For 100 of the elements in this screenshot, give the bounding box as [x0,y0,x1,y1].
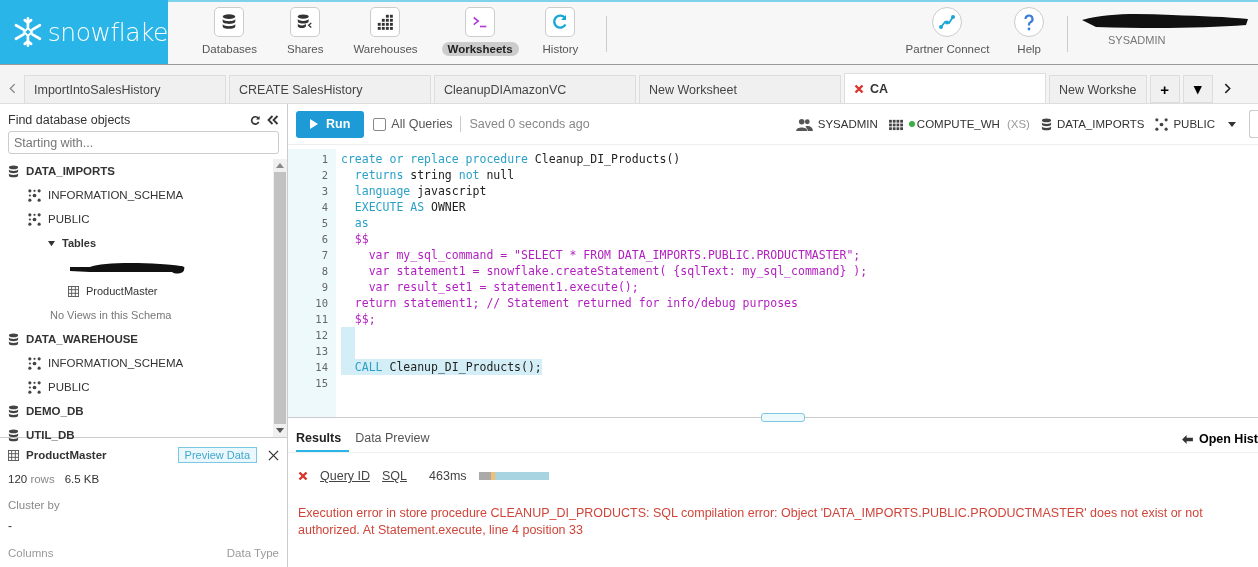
folder-item[interactable]: Tables [62,237,97,249]
code-line: EXECUTE AS OWNER [353,199,466,215]
arrow-left-icon [1181,434,1193,444]
search-field[interactable]: Starting with... [8,131,279,154]
database-icon [8,164,19,178]
duration: 463ms [429,469,467,483]
refresh-icon [545,7,576,37]
code-line: var statement1 = snowflake.createStatement( {sqlText: my_sql_command} ); [367,263,868,279]
line-number: 4 [320,200,329,215]
play-icon [310,119,318,129]
schema-item[interactable]: INFORMATION_SCHEMA [48,357,184,369]
schema-item[interactable]: INFORMATION_SCHEMA [48,189,184,201]
table-name: ProductMaster [26,449,108,461]
timing-bar [478,472,549,480]
code-line: return statement1; // Statement returned for info/debug purposes [353,295,798,311]
grid-icon [370,7,401,37]
checkbox-label[interactable]: All Queries [391,117,453,131]
database-item[interactable]: DATA_WAREHOUSE [26,333,139,345]
schema-item[interactable]: PUBLIC [48,381,90,393]
user-role: SYSADMIN [1108,34,1167,46]
grid-icon [888,117,904,131]
scroll-down-icon[interactable] [276,428,284,433]
query-id-link[interactable]: Query ID [320,469,370,483]
close-icon[interactable] [268,449,279,461]
line-number: 14 [314,360,329,375]
chevron-right-icon[interactable] [1223,83,1231,94]
nav-button[interactable]: History [528,2,593,56]
worksheet-tab[interactable]: CA [844,73,1046,103]
collapse-icon[interactable] [267,115,279,125]
nav-button[interactable]: Help [1003,2,1055,56]
database-icon [8,332,19,346]
table-item[interactable]: ProductMaster [86,285,158,297]
users-icon [795,117,813,131]
worksheet-tab[interactable]: ImportIntoSalesHistory [24,75,226,103]
table-icon [8,449,19,461]
terminal-icon [465,7,496,37]
nav-button[interactable]: Warehouses [339,2,432,56]
worksheet-tab[interactable]: CleanupDIAmazonVC [434,75,636,103]
sql-link[interactable]: SQL [382,469,408,483]
brand-name: snowflake [47,17,168,47]
snowflake-icon [12,14,44,50]
nav-button[interactable]: Shares [273,2,338,56]
schema-selector[interactable]: PUBLIC [1173,118,1215,130]
refresh-icon[interactable] [250,114,261,126]
open-history-button[interactable]: Open Hist [1181,432,1258,446]
database-icon [8,404,19,418]
nav-button[interactable]: Databases [188,2,271,56]
line-number: 3 [320,184,329,199]
nav-button[interactable]: Worksheets [433,2,527,56]
save-status: Saved 0 seconds ago [469,117,590,131]
code-line: $$ [353,231,369,247]
nav-button[interactable]: Partner Connect [891,2,1004,56]
table-size: 6.5 KB [64,473,100,485]
scroll-up-icon[interactable] [276,163,284,168]
help-icon [1014,7,1045,37]
line-number: 15 [314,376,329,391]
results-tab[interactable]: Data Preview [355,426,438,452]
line-number: 2 [320,168,329,183]
line-number: 7 [320,248,329,263]
user-menu[interactable]: SYSADMIN [1080,2,1250,46]
worksheet-tab[interactable]: CREATE SalesHistory [229,75,431,103]
add-tab-button[interactable]: + [1149,75,1180,103]
database-item[interactable]: DEMO_DB [26,405,84,417]
database-item[interactable]: DATA_IMPORTS [26,165,116,177]
table-icon [68,285,79,297]
code-line: as [353,215,369,231]
database-selector[interactable]: DATA_IMPORTS [1056,118,1145,130]
role-selector[interactable]: SYSADMIN [817,118,878,130]
line-number: 1 [320,152,329,167]
database-icon [8,428,19,442]
caret-icon[interactable] [1228,121,1236,127]
database-icon [1040,117,1052,131]
results-tab[interactable]: Results [296,426,350,452]
caret-icon[interactable] [48,239,55,247]
tab-menu-button[interactable]: ▾ [1182,75,1213,103]
code-line: var my_sql_command = "SELECT * FROM DATA_IMPORTS.PUBLIC.PRODUCTMASTER"; [367,247,861,263]
share-icon [290,7,321,37]
code-line: create or replace procedure Cleanup_DI_Products() [341,151,681,167]
schema-item[interactable]: PUBLIC [48,213,90,225]
warehouse-selector[interactable]: COMPUTE_WH [916,118,1000,130]
connector-icon [932,7,963,37]
chevron-left-icon[interactable] [9,83,16,94]
column-header: Columns [8,547,54,559]
checkbox[interactable] [373,117,387,131]
sidebar-title: Find database objects [8,113,132,127]
error-message: Execution error in store procedure CLEANUP_DI_PRODUCTS: SQL compilation error: Object 'DATA_IMPORTS.PUBLIC.PRODUCTMASTER' does not exist or not authorized. At Statement.execute, line 4 position 33 [298,505,1204,539]
scrollbar[interactable] [273,159,287,437]
line-number: 6 [320,232,329,247]
line-number: 8 [320,264,329,279]
worksheet-tab[interactable]: New Workshe [1049,75,1147,103]
database-item[interactable]: UTIL_DB [26,429,75,441]
schema-icon [1155,117,1169,131]
worksheet-tab[interactable]: New Worksheet [639,75,841,103]
database-icon [214,7,245,37]
line-number: 10 [314,296,329,311]
empty-note: No Views in this Schema [50,309,172,321]
cluster-label: Cluster by [8,499,61,511]
code-line: var result_set1 = statement1.execute(); [367,279,639,295]
resize-handle[interactable] [761,413,805,422]
line-number: 11 [314,312,329,327]
